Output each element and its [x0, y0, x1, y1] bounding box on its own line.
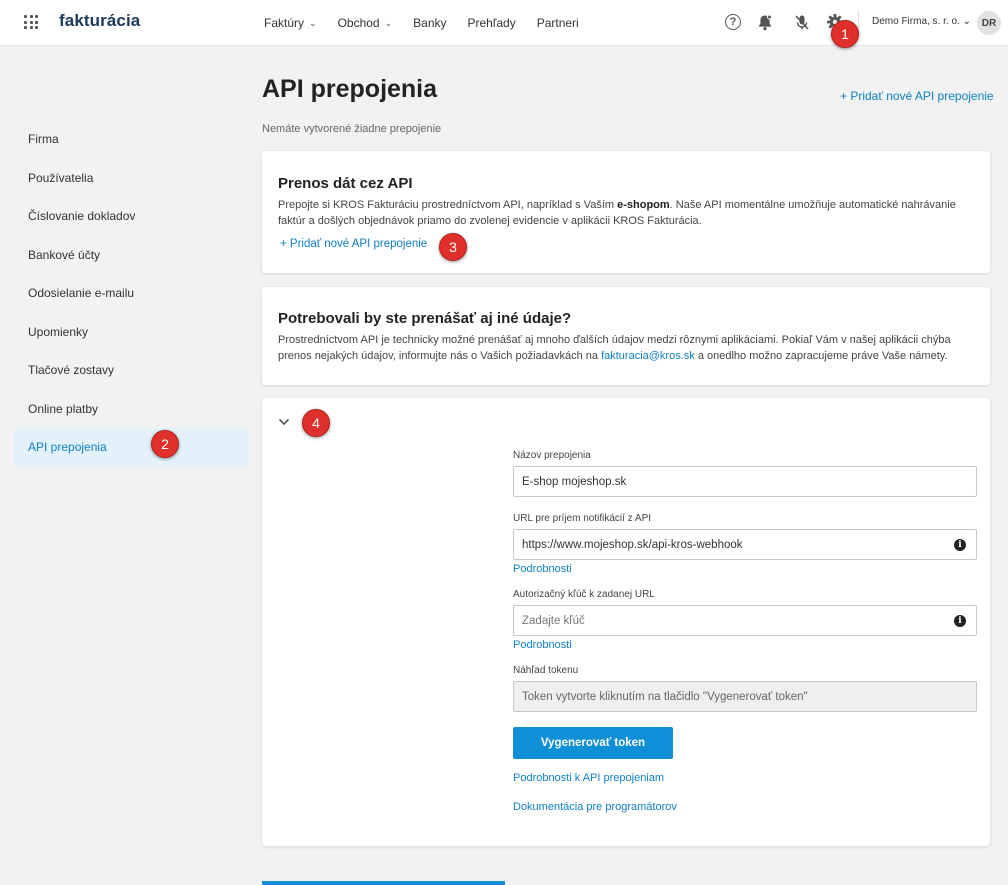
text-part: Prepojte si KROS Fakturáciu prostredníct… — [278, 199, 618, 211]
add-api-connection-link[interactable]: + Pridať nové API prepojenie — [280, 238, 427, 250]
generate-token-button[interactable]: Vygenerovať token — [513, 727, 673, 759]
bell-icon[interactable] — [755, 12, 775, 32]
token-preview-label: Náhľad tokenu — [513, 665, 579, 676]
nav-item-banky[interactable]: Banky — [413, 16, 446, 30]
auth-key-label: Autorizačný kľúč k zadanej URL — [513, 589, 655, 600]
notification-url-label: URL pre príjem notifikácií z API — [513, 513, 652, 524]
main-nav: Faktúry ⌄ Obchod ⌄ Banky Prehľady Partne… — [264, 16, 600, 30]
sidebar-item-online-platby[interactable]: Online platby — [14, 390, 249, 429]
text-part: a onedlho možno zapracujeme práve Vaše n… — [694, 350, 948, 362]
key-details-link[interactable]: Podrobnosti — [513, 639, 572, 651]
nav-item-prehlady[interactable]: Prehľady — [468, 16, 516, 30]
api-connection-form-card: Názov prepojenia E-shop mojeshop.sk URL … — [262, 398, 990, 846]
input-placeholder: Zadajte kľúč — [522, 614, 585, 627]
sidebar-item-firma[interactable]: Firma — [14, 120, 249, 159]
api-details-link[interactable]: Podrobnosti k API prepojeniam — [513, 772, 664, 784]
sidebar-item-odosielanie-e-mailu[interactable]: Odosielanie e-mailu — [14, 274, 249, 313]
step-badge-3: 3 — [439, 233, 467, 261]
chevron-down-icon[interactable] — [278, 415, 290, 426]
url-details-link[interactable]: Podrobnosti — [513, 563, 572, 575]
nav-label: Prehľady — [467, 16, 516, 30]
nav-item-faktury[interactable]: Faktúry ⌄ — [264, 16, 317, 30]
sidebar-item-cislovanie-dokladov[interactable]: Číslovanie dokladov — [14, 197, 249, 236]
email-link[interactable]: fakturacia@kros.sk — [601, 350, 695, 362]
token-preview-input: Token vytvorte kliknutím na tlačidlo "Vy… — [513, 681, 977, 712]
sidebar-item-pouzivatelia[interactable]: Používatelia — [14, 159, 249, 198]
sidebar-item-upomienky[interactable]: Upomienky — [14, 313, 249, 352]
api-transfer-card: Prenos dát cez API Prepojte si KROS Fakt… — [262, 151, 990, 273]
help-icon[interactable]: ? — [723, 12, 743, 32]
info-icon[interactable]: i — [954, 539, 966, 551]
info-icon[interactable]: i — [954, 615, 966, 627]
auth-key-input[interactable]: Zadajte kľúč i — [513, 605, 977, 636]
sidebar-item-api-prepojenia[interactable]: API prepojenia — [14, 428, 249, 467]
step-badge-1: 1 — [831, 20, 859, 48]
notification-url-input[interactable]: https://www.mojeshop.sk/api-kros-webhook… — [513, 529, 977, 560]
input-value: https://www.mojeshop.sk/api-kros-webhook — [522, 538, 743, 551]
other-data-card: Potrebovali by ste prenášať aj iné údaje… — [262, 287, 990, 385]
card-description: Prepojte si KROS Fakturáciu prostredníct… — [278, 197, 970, 229]
nav-label: Partneri — [536, 16, 579, 30]
chevron-down-icon: ⌄ — [962, 16, 971, 27]
save-button-partial[interactable] — [262, 881, 505, 885]
nav-label: Banky — [413, 16, 447, 30]
developer-docs-link[interactable]: Dokumentácia pre programátorov — [513, 801, 677, 813]
add-api-connection-link-top[interactable]: + Pridať nové API prepojenie — [840, 89, 994, 103]
card-description: Prostredníctvom API je technicky možné p… — [278, 332, 970, 364]
nav-item-obchod[interactable]: Obchod ⌄ — [338, 16, 393, 30]
card-title: Prenos dát cez API — [278, 175, 413, 192]
nav-item-partneri[interactable]: Partneri — [537, 16, 579, 30]
nav-label: Obchod — [337, 16, 380, 30]
settings-sidebar: Firma Používatelia Číslovanie dokladov B… — [14, 120, 249, 467]
text-bold: e-shopom — [617, 199, 670, 211]
connection-name-input[interactable]: E-shop mojeshop.sk — [513, 466, 977, 497]
connection-name-label: Názov prepojenia — [513, 450, 591, 461]
step-badge-2: 2 — [151, 430, 179, 458]
company-name: Demo Firma, s. r. o. — [872, 16, 960, 27]
sidebar-item-tlacove-zostavy[interactable]: Tlačové zostavy — [14, 351, 249, 390]
mic-off-icon[interactable] — [792, 12, 812, 32]
nav-label: Faktúry — [264, 16, 305, 30]
company-switcher[interactable]: Demo Firma, s. r. o. ⌄ — [872, 16, 971, 27]
app-logo[interactable]: fakturácia — [59, 11, 140, 31]
page-title: API prepojenia — [262, 75, 438, 103]
empty-state-text: Nemáte vytvorené žiadne prepojenie — [262, 123, 442, 135]
help-glyph: ? — [725, 14, 741, 30]
sidebar-item-bankove-ucty[interactable]: Bankové účty — [14, 236, 249, 275]
apps-grid-icon[interactable] — [24, 15, 38, 29]
chevron-down-icon: ⌄ — [384, 17, 393, 28]
chevron-down-icon: ⌄ — [309, 17, 317, 28]
step-badge-4: 4 — [302, 409, 330, 437]
avatar[interactable]: DR — [977, 11, 1001, 35]
card-title: Potrebovali by ste prenášať aj iné údaje… — [278, 310, 572, 327]
